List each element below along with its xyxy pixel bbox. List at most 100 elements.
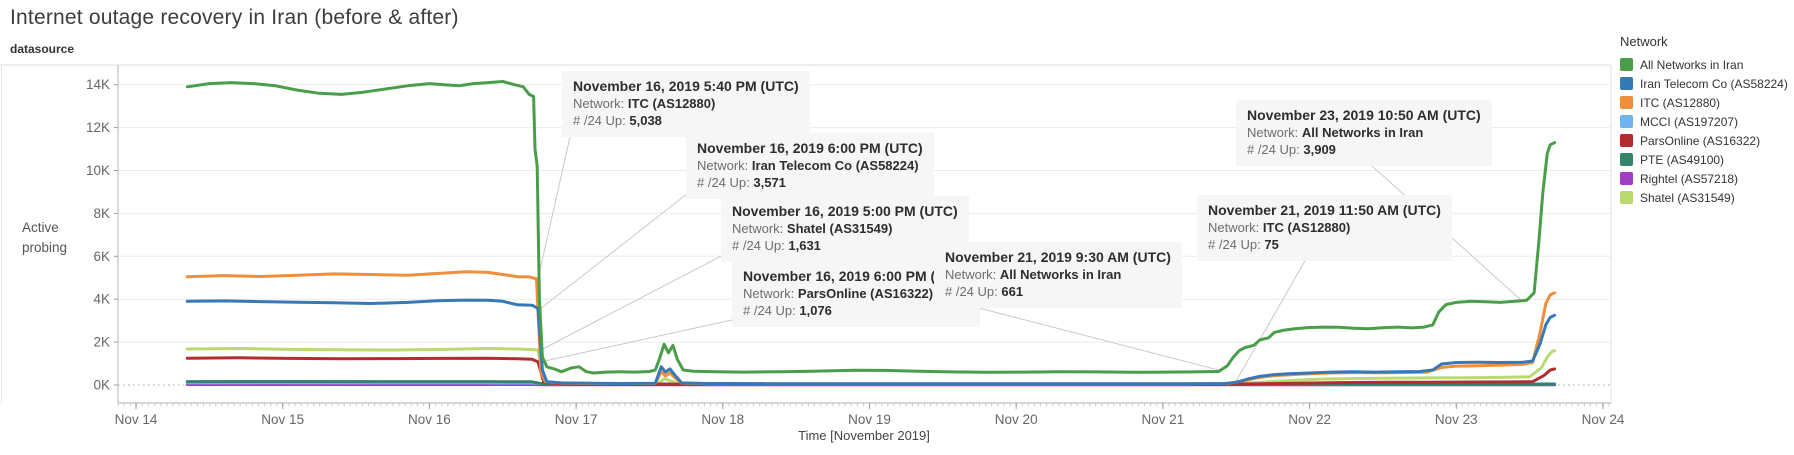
annotation-callout: November 16, 2019 6:00 PM (UTC)Network: … (686, 133, 934, 199)
annotation-date: November 16, 2019 5:40 PM (UTC) (573, 78, 799, 96)
y-tick-label: 14K (86, 77, 110, 92)
legend-item[interactable]: Iran Telecom Co (AS58224) (1620, 74, 1792, 93)
annotation-metric-row: # /24 Up: 3,571 (697, 175, 923, 192)
legend-item-label: Iran Telecom Co (AS58224) (1640, 77, 1788, 91)
legend-title: Network (1620, 34, 1792, 49)
annotation-network-row: Network: All Networks in Iran (1247, 125, 1481, 142)
x-tick-label: Nov 22 (1288, 412, 1331, 427)
legend-item[interactable]: ITC (AS12880) (1620, 93, 1792, 112)
annotation-network-label: Network: (697, 158, 752, 173)
annotation-network-value: ParsOnline (AS16322) (798, 286, 933, 301)
y-tick-label: 12K (86, 120, 110, 135)
annotation-date: November 21, 2019 11:50 AM (UTC) (1208, 202, 1441, 220)
legend-item-label: ParsOnline (AS16322) (1640, 134, 1760, 148)
legend-items: All Networks in Iran Iran Telecom Co (AS5… (1620, 55, 1792, 207)
annotation-network-row: Network: Iran Telecom Co (AS58224) (697, 158, 923, 175)
annotation-metric-value: 3,571 (753, 175, 786, 190)
x-tick-label: Nov 15 (261, 412, 304, 427)
annotation-metric-row: # /24 Up: 661 (945, 284, 1171, 301)
annotation-metric-row: # /24 Up: 1,631 (732, 238, 958, 255)
annotation-network-label: Network: (732, 221, 787, 236)
y-tick-label: 2K (93, 335, 110, 350)
annotation-network-row: Network: ITC (AS12880) (1208, 220, 1441, 237)
x-tick-label: Nov 23 (1435, 412, 1478, 427)
y-tick-label: 6K (93, 249, 110, 264)
x-tick-label: Nov 20 (995, 412, 1038, 427)
x-tick-label: Nov 14 (115, 412, 158, 427)
annotation-date: November 23, 2019 10:50 AM (UTC) (1247, 107, 1481, 125)
annotation-leader-line (944, 299, 1222, 371)
x-tick-label: Nov 16 (408, 412, 451, 427)
annotation-metric-row: # /24 Up: 3,909 (1247, 142, 1481, 159)
annotation-network-label: Network: (945, 267, 1000, 282)
legend-item[interactable]: PTE (AS49100) (1620, 150, 1792, 169)
legend-item-label: Rightel (AS57218) (1640, 172, 1738, 186)
annotation-network-label: Network: (743, 286, 798, 301)
annotation-callout: November 16, 2019 5:00 PM (UTC)Network: … (721, 196, 969, 262)
annotation-metric-value: 1,631 (788, 238, 821, 253)
x-tick-label: Nov 17 (555, 412, 598, 427)
legend-swatch-icon (1620, 115, 1633, 128)
annotation-metric-label: # /24 Up: (945, 284, 1001, 299)
annotation-metric-value: 661 (1001, 284, 1023, 299)
annotation-leader-line (1235, 252, 1310, 383)
legend-swatch-icon (1620, 153, 1633, 166)
annotation-metric-label: # /24 Up: (1247, 142, 1303, 157)
annotation-network-row: Network: Shatel (AS31549) (732, 221, 958, 238)
legend-swatch-icon (1620, 134, 1633, 147)
annotation-callout: November 21, 2019 9:30 AM (UTC)Network: … (934, 242, 1182, 308)
annotation-metric-value: 1,076 (799, 303, 832, 318)
legend-item-label: All Networks in Iran (1640, 58, 1743, 72)
annotation-leader-line (541, 318, 741, 362)
x-tick-label: Nov 21 (1142, 412, 1185, 427)
annotation-metric-label: # /24 Up: (573, 113, 629, 128)
annotation-network-value: Iran Telecom Co (AS58224) (752, 158, 919, 173)
legend-item[interactable]: ParsOnline (AS16322) (1620, 131, 1792, 150)
annotation-callout: November 21, 2019 11:50 AM (UTC)Network:… (1197, 195, 1452, 261)
y-tick-label: 8K (93, 206, 110, 221)
annotation-metric-label: # /24 Up: (732, 238, 788, 253)
legend-item[interactable]: MCCI (AS197207) (1620, 112, 1792, 131)
annotation-network-value: ITC (AS12880) (628, 96, 715, 111)
annotation-network-value: ITC (AS12880) (1263, 220, 1350, 235)
annotation-callout: November 16, 2019 5:40 PM (UTC)Network: … (562, 71, 810, 137)
annotation-leader-line (541, 190, 692, 308)
legend-swatch-icon (1620, 58, 1633, 71)
annotation-metric-label: # /24 Up: (1208, 237, 1264, 252)
annotation-network-label: Network: (573, 96, 628, 111)
y-tick-label: 0K (93, 378, 110, 393)
legend-swatch-icon (1620, 77, 1633, 90)
legend-swatch-icon (1620, 172, 1633, 185)
y-axis-title: Active probing (22, 218, 86, 259)
annotation-metric-row: # /24 Up: 75 (1208, 237, 1441, 254)
legend-swatch-icon (1620, 96, 1633, 109)
x-tick-label: Nov 19 (848, 412, 891, 427)
annotation-metric-value: 75 (1264, 237, 1278, 252)
annotation-network-value: Shatel (AS31549) (787, 221, 893, 236)
annotation-leader-line (541, 253, 727, 350)
chart-widget: Internet outage recovery in Iran (before… (0, 0, 1794, 455)
legend-item-label: PTE (AS49100) (1640, 153, 1724, 167)
annotation-metric-value: 3,909 (1303, 142, 1336, 157)
annotation-date: November 21, 2019 9:30 AM (UTC) (945, 249, 1171, 267)
legend-item[interactable]: Rightel (AS57218) (1620, 169, 1792, 188)
annotation-metric-label: # /24 Up: (697, 175, 753, 190)
annotation-metric-row: # /24 Up: 5,038 (573, 113, 799, 130)
annotation-network-value: All Networks in Iran (1000, 267, 1121, 282)
annotation-network-row: Network: All Networks in Iran (945, 267, 1171, 284)
annotation-network-row: Network: ITC (AS12880) (573, 96, 799, 113)
annotation-callout: November 23, 2019 10:50 AM (UTC)Network:… (1236, 100, 1492, 166)
annotation-metric-value: 5,038 (629, 113, 662, 128)
annotation-network-label: Network: (1247, 125, 1302, 140)
y-tick-label: 10K (86, 163, 110, 178)
legend-item[interactable]: Shatel (AS31549) (1620, 188, 1792, 207)
legend-item-label: Shatel (AS31549) (1640, 191, 1735, 205)
annotation-network-value: All Networks in Iran (1302, 125, 1423, 140)
annotation-network-label: Network: (1208, 220, 1263, 235)
annotation-metric-label: # /24 Up: (743, 303, 799, 318)
legend-item[interactable]: All Networks in Iran (1620, 55, 1792, 74)
annotation-date: November 16, 2019 6:00 PM (UTC) (697, 140, 923, 158)
y-tick-label: 4K (93, 292, 110, 307)
x-axis-title: Time [November 2019] (798, 428, 930, 443)
annotation-date: November 16, 2019 5:00 PM (UTC) (732, 203, 958, 221)
